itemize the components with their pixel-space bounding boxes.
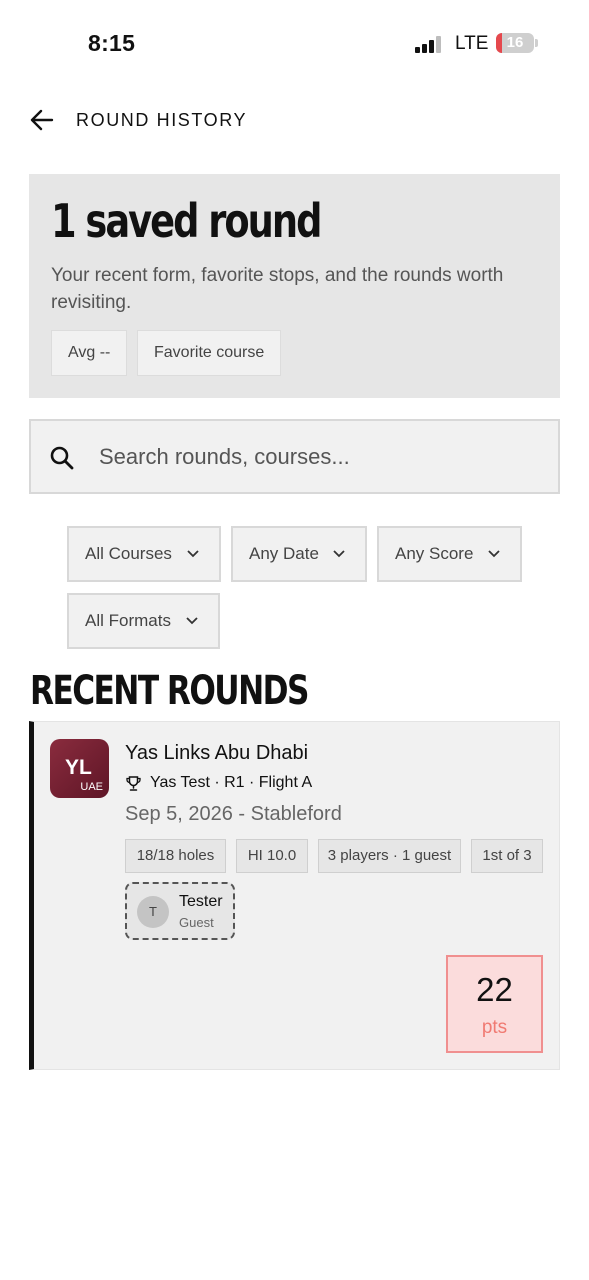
average-chip: Avg -- [51,330,128,376]
players-tag: 3 players · 1 guest [318,839,461,873]
event-text: Yas Test · R1 · Flight A [150,774,313,791]
round-date-format: Sep 5, 2026 - Stableford [125,803,342,825]
score-value: 22 [476,971,513,1008]
course-logo: YL UAE [50,739,109,798]
course-logo-initials: YL [65,756,92,779]
holes-tag: 18/18 holes [125,839,226,873]
back-button[interactable] [28,106,56,134]
chevron-down-icon [333,550,345,558]
arrow-left-icon [30,109,54,131]
player-name: Tester [179,893,223,910]
search-input[interactable] [99,439,539,475]
filter-date-dropdown[interactable]: Any Date [231,526,367,582]
round-card[interactable]: YL UAE Yas Links Abu Dhabi Yas Test · R1… [29,721,560,1070]
course-name: Yas Links Abu Dhabi [125,742,309,764]
search-icon [50,446,74,470]
search-bar[interactable] [29,419,560,494]
avatar: T [137,896,169,928]
favorite-course-chip[interactable]: Favorite course [137,330,282,376]
event-line: Yas Test · R1 · Flight A [125,774,312,792]
summary-title: 1 saved round [51,194,322,248]
player-role: Guest [179,915,214,930]
filter-formats-dropdown[interactable]: All Formats [67,593,220,649]
status-time: 8:15 [88,30,136,56]
status-bar: 8:15 LTE 16 [0,0,589,88]
filter-date-label: Any Date [249,544,319,563]
cellular-signal-icon [415,35,445,53]
chevron-down-icon [187,550,199,558]
recent-rounds-heading: RECENT ROUNDS [30,668,309,714]
course-logo-country: UAE [80,781,103,793]
battery-cap [535,39,538,47]
network-type: LTE [455,33,489,54]
battery-percent: 16 [506,34,524,51]
chevron-down-icon [488,550,500,558]
handicap-tag: HI 10.0 [236,839,308,873]
position-tag: 1st of 3 [471,839,543,873]
score-unit: pts [481,1017,508,1038]
filter-courses-label: All Courses [85,544,172,563]
app-header: ROUND HISTORY [0,100,589,140]
player-chip[interactable]: T Tester Guest [125,882,235,940]
filter-formats-label: All Formats [85,611,171,630]
battery-icon: 16 [496,33,534,53]
filter-score-label: Any Score [395,544,474,563]
summary-subtitle: Your recent form, favorite stops, and th… [51,265,504,313]
trophy-icon [126,776,141,791]
page-title: ROUND HISTORY [76,110,248,130]
filter-courses-dropdown[interactable]: All Courses [67,526,221,582]
score-box: 22 pts [446,955,543,1053]
chevron-down-icon [186,617,198,625]
summary-card: 1 saved round Your recent form, favorite… [29,174,560,398]
filter-score-dropdown[interactable]: Any Score [377,526,522,582]
